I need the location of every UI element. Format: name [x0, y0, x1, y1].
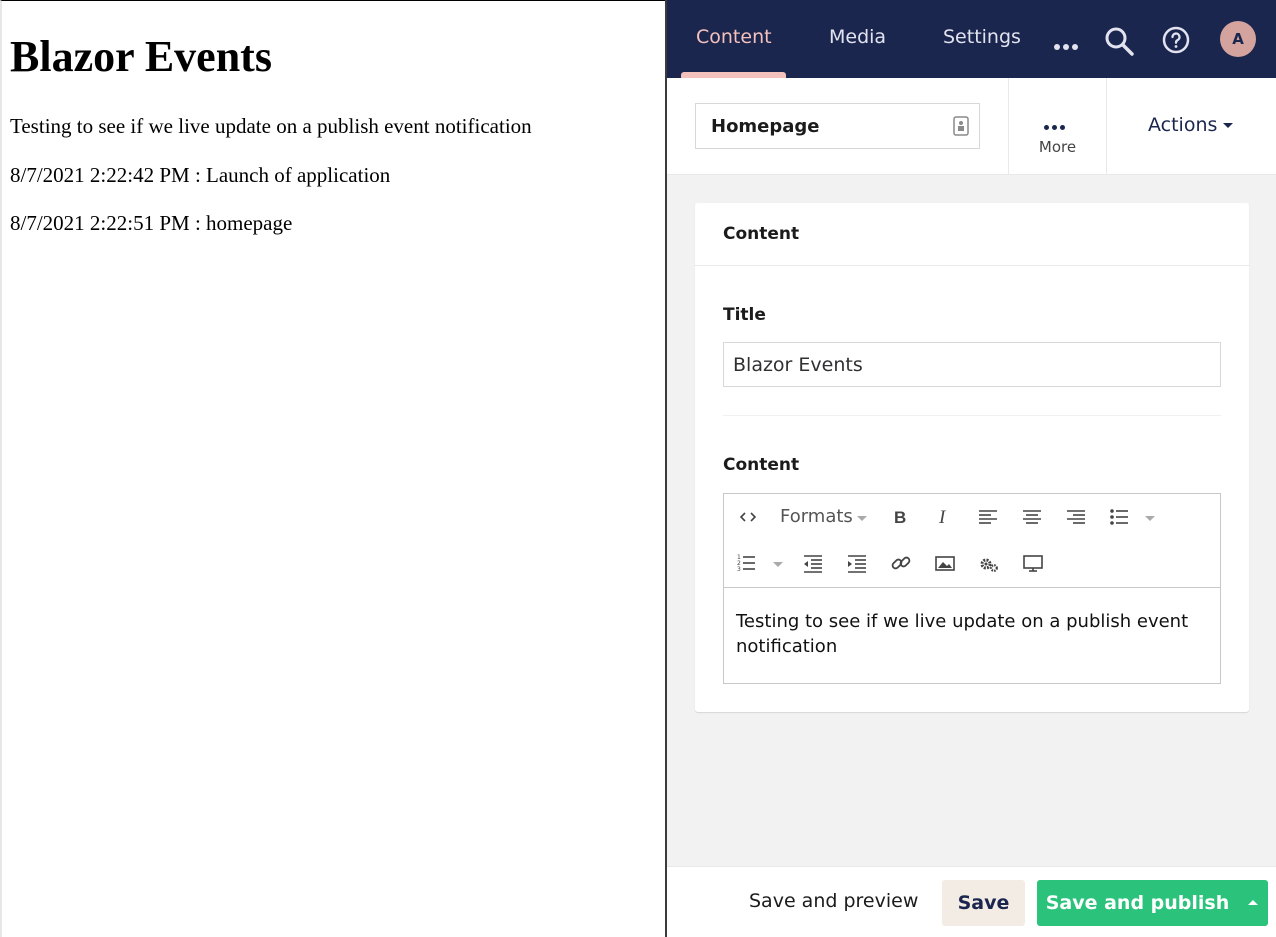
actions-button[interactable]: Actions [1148, 114, 1234, 136]
save-and-publish-button[interactable]: Save and publish [1037, 880, 1238, 926]
publish-options-button[interactable] [1238, 880, 1268, 926]
document-type-icon[interactable] [952, 116, 970, 136]
node-name-input[interactable]: Homepage [695, 103, 980, 149]
formats-dropdown[interactable]: Formats [780, 506, 853, 527]
actions-label: Actions [1148, 114, 1218, 136]
rich-text-editor: Formats B I 1 2 3 Testing to see if we l… [723, 493, 1221, 684]
nav-settings[interactable]: Settings [943, 26, 1021, 48]
save-and-preview-button[interactable]: Save and preview [749, 890, 918, 912]
title-label: Title [723, 305, 766, 325]
numbered-list-icon[interactable]: 123 [735, 550, 761, 576]
embed-icon[interactable] [1020, 550, 1046, 576]
avatar[interactable]: A [1220, 21, 1256, 57]
event-line: 8/7/2021 2:22:51 PM : homepage [10, 211, 293, 235]
more-button[interactable]: More [1009, 78, 1106, 175]
content-group-card: Content Title Content Formats B I [695, 203, 1249, 712]
rte-toolbar: Formats B I 1 2 3 [724, 494, 1220, 588]
svg-text:B: B [894, 508, 906, 527]
bullet-list-icon[interactable] [1106, 504, 1132, 530]
event-line: Testing to see if we live update on a pu… [10, 114, 532, 138]
editor-footer: Save and preview Save Save and publish [667, 866, 1276, 937]
property-divider [723, 415, 1221, 416]
blazor-page: Blazor Events Testing to see if we live … [0, 0, 665, 937]
formats-label: Formats [780, 506, 853, 527]
search-icon[interactable] [1103, 25, 1135, 57]
caret-down-icon[interactable] [1145, 516, 1155, 521]
help-icon[interactable] [1162, 26, 1190, 54]
content-label: Content [723, 455, 800, 475]
editor-header: Homepage More Actions [667, 78, 1276, 175]
macro-icon[interactable] [976, 550, 1002, 576]
node-name: Homepage [711, 116, 820, 137]
align-left-icon[interactable] [975, 504, 1001, 530]
nav-content[interactable]: Content [696, 26, 772, 48]
more-icon[interactable] [1054, 37, 1081, 55]
align-right-icon[interactable] [1063, 504, 1089, 530]
caret-down-icon[interactable] [773, 562, 783, 567]
umbraco-backoffice: Content Media Settings A Homepage More A… [667, 0, 1276, 937]
card-header: Content [695, 203, 1249, 266]
event-line: 8/7/2021 2:22:42 PM : Launch of applicat… [10, 163, 391, 187]
source-code-icon[interactable] [735, 504, 761, 530]
indent-icon[interactable] [844, 550, 870, 576]
rte-content-area[interactable]: Testing to see if we live update on a pu… [736, 609, 1206, 659]
outdent-icon[interactable] [800, 550, 826, 576]
svg-text:3: 3 [737, 566, 741, 573]
caret-down-icon [1223, 123, 1234, 128]
link-icon[interactable] [888, 550, 914, 576]
italic-icon[interactable]: I [931, 504, 957, 530]
card-title: Content [723, 224, 800, 244]
svg-text:I: I [938, 507, 947, 528]
title-input[interactable] [723, 342, 1221, 387]
divider [1106, 78, 1107, 175]
image-icon[interactable] [932, 550, 958, 576]
more-icon [1044, 117, 1068, 135]
caret-up-icon [1248, 900, 1258, 905]
caret-down-icon [857, 516, 867, 521]
bold-icon[interactable]: B [887, 504, 913, 530]
more-label: More [1038, 138, 1077, 156]
nav-media[interactable]: Media [829, 26, 886, 48]
page-heading: Blazor Events [10, 32, 272, 81]
save-button[interactable]: Save [942, 880, 1025, 926]
align-center-icon[interactable] [1019, 504, 1045, 530]
top-navigation: Content Media Settings A [667, 0, 1276, 78]
